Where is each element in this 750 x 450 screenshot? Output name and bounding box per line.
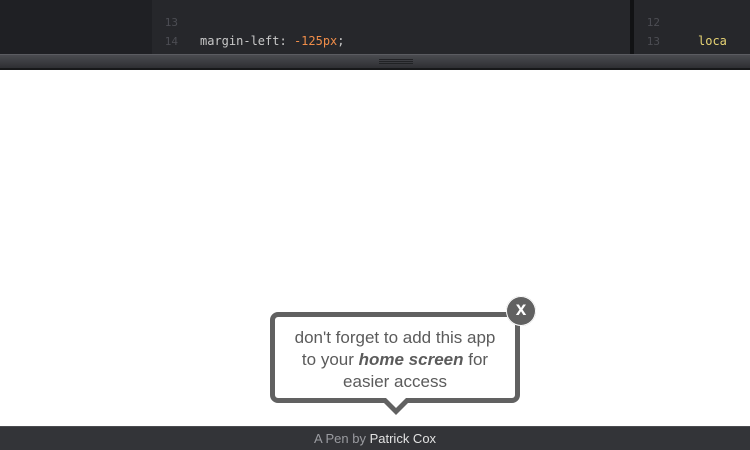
author-link[interactable]: Patrick Cox [370, 431, 436, 446]
css-property: margin-left [200, 34, 280, 48]
code-line: 14 padding: 0px; [152, 13, 294, 54]
codepen-embed: 13 margin-left: -125px; 14 padding: 0px;… [0, 0, 750, 450]
code-line: 15 position: fixed; [152, 32, 210, 51]
js-editor[interactable]: 12 loca 13 }); 14 } [634, 0, 750, 54]
close-popup-button[interactable]: x [506, 296, 536, 326]
code-line: 12 loca [634, 0, 727, 48]
add-to-home-popup: don't forget to add this app to your hom… [270, 312, 520, 403]
js-code: loca [698, 34, 727, 48]
html-editor-pane[interactable] [0, 0, 152, 54]
credit-prefix: A Pen by [313, 431, 370, 446]
css-value: -125px [293, 34, 338, 48]
home-screen-emphasis: home screen [358, 350, 464, 369]
popup-pointer-fill [386, 398, 406, 408]
popup-text-line-2: to your home screen for [301, 350, 489, 369]
resize-handle-bar[interactable] [0, 54, 750, 70]
editor-panels: 13 margin-left: -125px; 14 padding: 0px;… [0, 0, 750, 54]
grip-icon[interactable] [379, 59, 413, 65]
code-line: 13 }); [634, 13, 704, 54]
css-editor[interactable]: 13 margin-left: -125px; 14 padding: 0px;… [152, 0, 630, 54]
popup-text-line-1: don't forget to add this app [294, 328, 496, 347]
code-line: 14 } [634, 32, 692, 51]
pen-credit-footer: A Pen by Patrick Cox [0, 426, 750, 450]
code-line: 13 margin-left: -125px; [152, 0, 345, 48]
popup-text-line-3: easier access [343, 372, 447, 391]
